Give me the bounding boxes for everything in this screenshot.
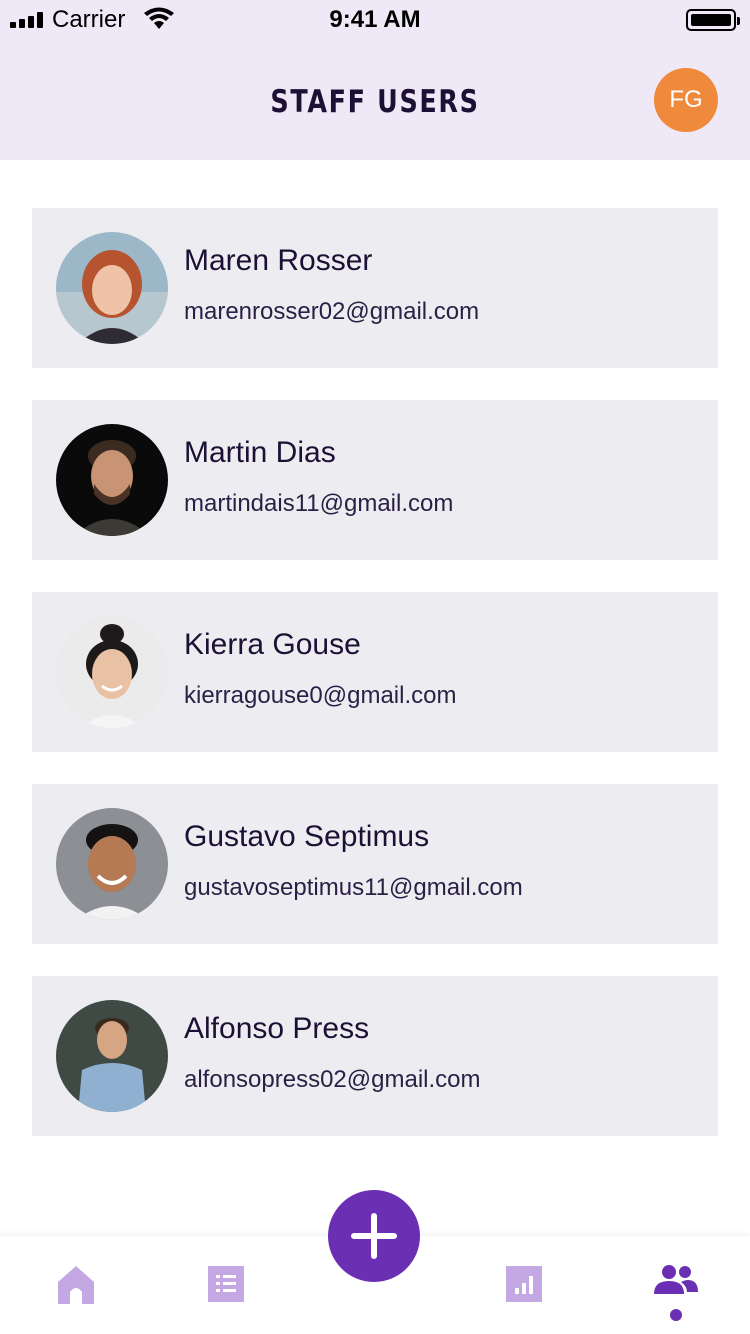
app-header: STAFF USERS FG	[0, 40, 750, 160]
user-name: Maren Rosser	[184, 244, 373, 277]
user-email: alfonsopress02@gmail.com	[184, 1066, 481, 1093]
user-card[interactable]: Alfonso Press alfonsopress02@gmail.com	[32, 976, 718, 1136]
user-email: marenrosser02@gmail.com	[184, 298, 480, 325]
chart-icon[interactable]	[506, 1266, 542, 1302]
user-photo	[56, 808, 168, 920]
list-icon[interactable]	[208, 1266, 244, 1302]
user-photo	[56, 616, 168, 728]
home-icon[interactable]	[58, 1266, 94, 1304]
status-bar: Carrier 9:41 AM	[0, 0, 750, 40]
battery-icon	[686, 9, 740, 31]
user-photo	[56, 1000, 168, 1112]
user-name: Gustavo Septimus	[184, 820, 430, 853]
user-card[interactable]: Kierra Gouse kierragouse0@gmail.com	[32, 592, 718, 752]
user-card[interactable]: Gustavo Septimus gustavoseptimus11@gmail…	[32, 784, 718, 944]
user-photo	[56, 424, 168, 536]
user-name: Kierra Gouse	[184, 628, 361, 661]
user-card[interactable]: Maren Rosser marenrosser02@gmail.com	[32, 208, 718, 368]
add-button[interactable]	[328, 1190, 420, 1282]
profile-avatar[interactable]: FG	[654, 68, 718, 132]
user-email: martindais11@gmail.com	[184, 490, 454, 517]
user-name: Martin Dias	[184, 436, 336, 469]
user-photo	[56, 232, 168, 344]
page-title: STAFF USERS	[270, 84, 480, 120]
status-time: 9:41 AM	[329, 6, 421, 33]
add-icon	[351, 1213, 397, 1259]
users-icon[interactable]	[654, 1264, 698, 1294]
user-email: kierragouse0@gmail.com	[184, 682, 457, 709]
active-tab-indicator	[670, 1309, 682, 1321]
user-card[interactable]: Martin Dias martindais11@gmail.com	[32, 400, 718, 560]
user-name: Alfonso Press	[184, 1012, 370, 1045]
user-email: gustavoseptimus11@gmail.com	[184, 874, 523, 901]
